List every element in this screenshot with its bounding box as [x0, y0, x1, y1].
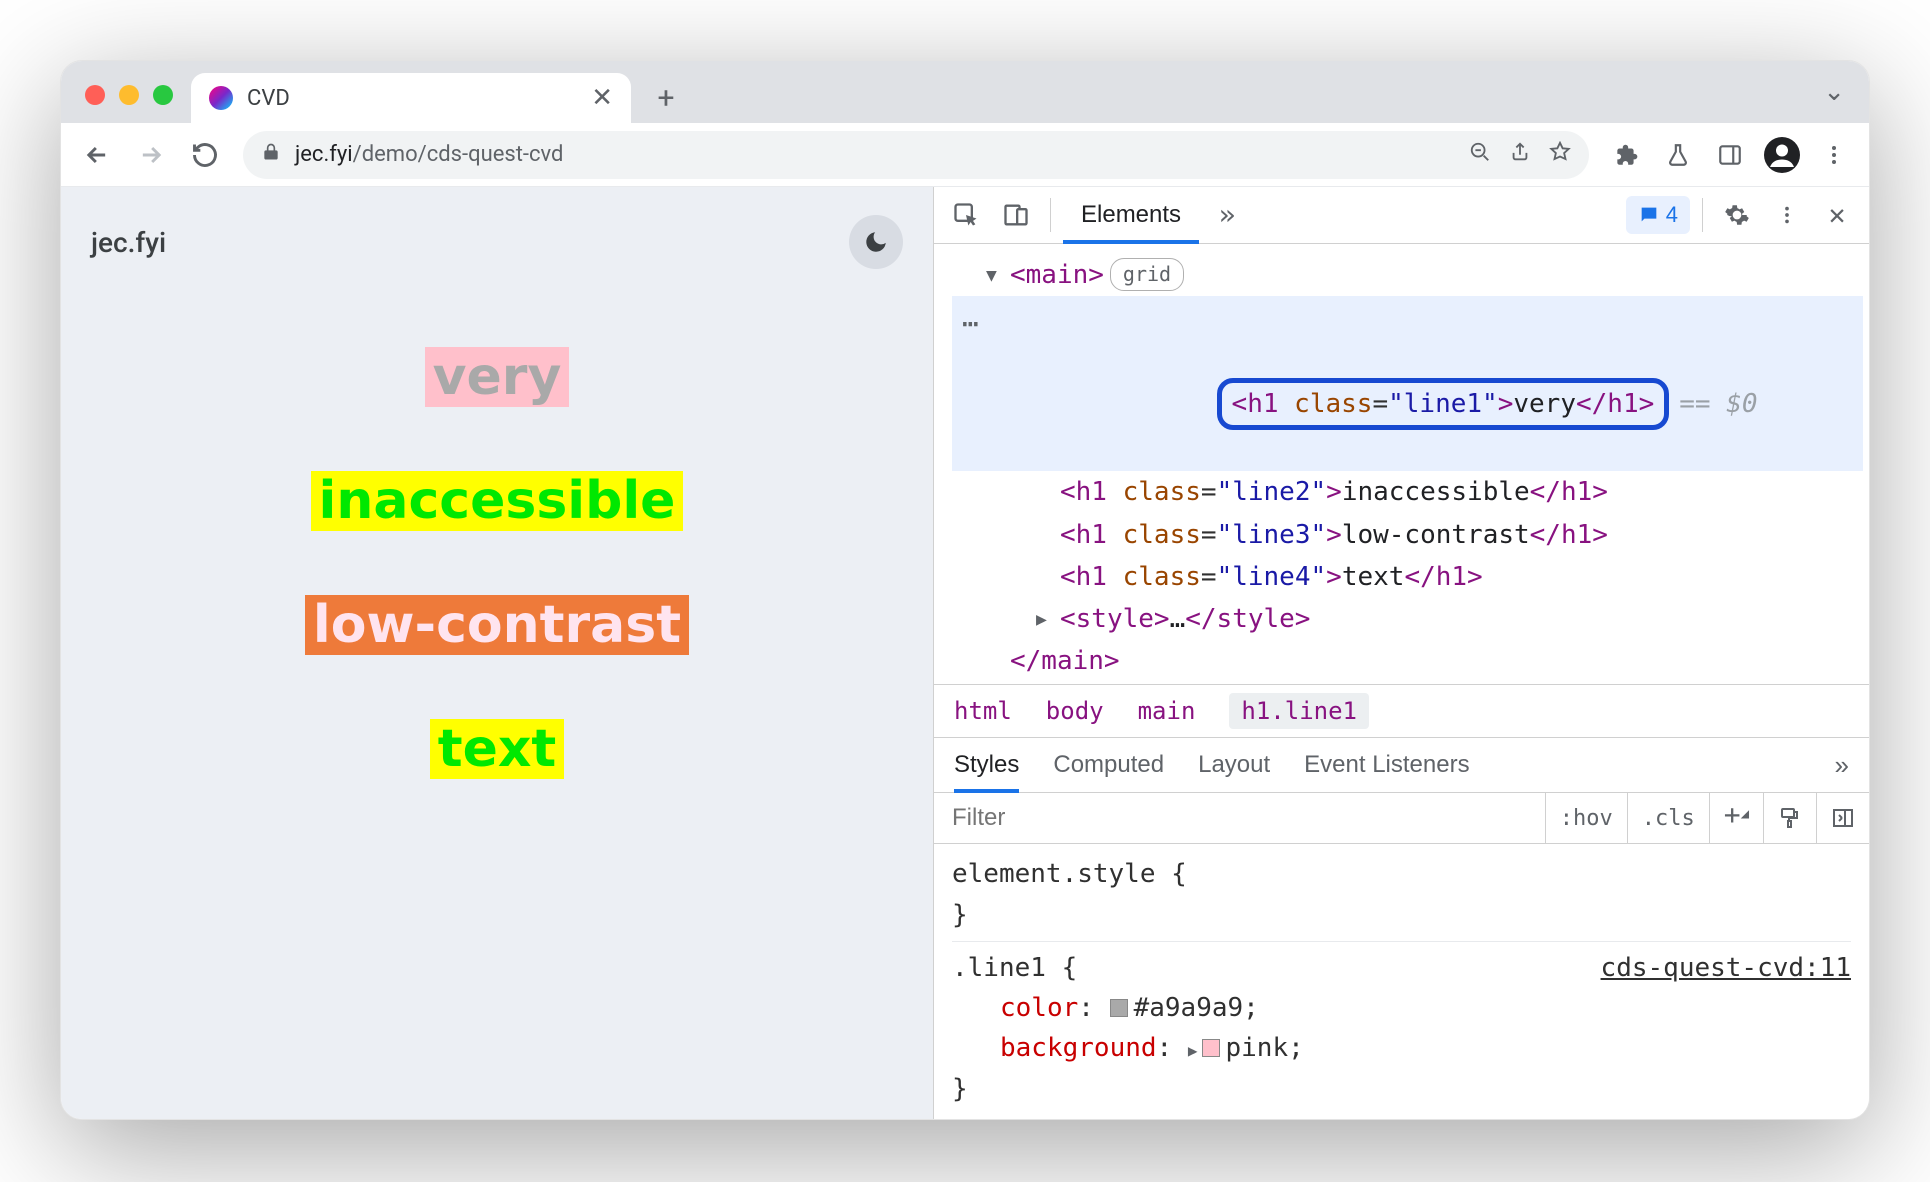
labs-icon[interactable]: [1657, 134, 1699, 176]
paint-icon[interactable]: [1763, 793, 1816, 843]
dom-actions-icon[interactable]: ⋯: [962, 302, 981, 345]
page-main: very inaccessible low-contrast text: [61, 297, 933, 1119]
new-style-rule-button[interactable]: +◢: [1709, 793, 1763, 843]
lock-icon[interactable]: [261, 142, 281, 168]
subtab-event-listeners[interactable]: Event Listeners: [1304, 738, 1469, 792]
content-area: jec.fyi very inaccessible low-contrast t…: [61, 187, 1869, 1119]
subtabs-overflow[interactable]: »: [1835, 750, 1849, 781]
bookmark-star-icon[interactable]: [1549, 141, 1571, 169]
cls-toggle[interactable]: .cls: [1627, 793, 1709, 843]
close-window-button[interactable]: [85, 85, 105, 105]
page-header: jec.fyi: [61, 187, 933, 297]
crumb-body[interactable]: body: [1046, 697, 1104, 725]
site-name: jec.fyi: [91, 226, 166, 259]
styles-filter-input[interactable]: [934, 804, 1545, 832]
css-rule-line1: cds-quest-cvd:11 .line1 { color: #a9a9a9…: [952, 941, 1851, 1109]
element-style-rule: element.style { }: [952, 854, 1851, 935]
subtab-computed[interactable]: Computed: [1053, 738, 1164, 792]
heading-line2: inaccessible: [311, 471, 684, 531]
bg-swatch[interactable]: [1202, 1039, 1220, 1057]
devtools-close-button[interactable]: ✕: [1815, 193, 1859, 237]
heading-line4: text: [430, 719, 565, 779]
dom-tree[interactable]: ▼<main>grid ⋯ <h1 class="line1">very</h1…: [934, 244, 1869, 684]
rule-source-link[interactable]: cds-quest-cvd:11: [1601, 948, 1851, 988]
styles-pane[interactable]: element.style { } cds-quest-cvd:11 .line…: [934, 844, 1869, 1119]
dom-breadcrumbs: html body main h1.line1: [934, 684, 1869, 739]
browser-window: CVD ✕ + ⌄ jec.fyi/demo/cds-quest-cvd: [60, 60, 1870, 1120]
url-text: jec.fyi/demo/cds-quest-cvd: [295, 142, 563, 167]
heading-line1: very: [425, 347, 570, 407]
crumb-html[interactable]: html: [954, 697, 1012, 725]
dom-node-style[interactable]: ▶<style>…</style>: [952, 598, 1863, 640]
tab-strip: CVD ✕ + ⌄: [61, 61, 1869, 123]
devtools-tabs: Elements » 4 ✕: [934, 187, 1869, 244]
crumb-h1-line1[interactable]: h1.line1: [1229, 693, 1369, 729]
devtools-menu-button[interactable]: [1765, 193, 1809, 237]
back-button[interactable]: [75, 133, 119, 177]
dom-node-main-close[interactable]: </main>: [952, 640, 1863, 682]
browser-tab[interactable]: CVD ✕: [191, 73, 631, 123]
tabs-overflow-button[interactable]: ⌄: [1823, 77, 1845, 107]
browser-toolbar: jec.fyi/demo/cds-quest-cvd: [61, 123, 1869, 187]
devtools-panel: Elements » 4 ✕ ▼<main>grid: [933, 187, 1869, 1119]
reload-button[interactable]: [183, 133, 227, 177]
tab-title: CVD: [247, 86, 290, 111]
dom-node-h1-line1[interactable]: ⋯ <h1 class="line1">very</h1>== $0: [952, 296, 1863, 471]
computed-sidebar-toggle[interactable]: [1816, 793, 1869, 843]
profile-avatar[interactable]: [1761, 134, 1803, 176]
share-icon[interactable]: [1509, 141, 1531, 169]
dom-node-main[interactable]: ▼<main>grid: [952, 254, 1863, 296]
inspect-element-button[interactable]: [944, 193, 988, 237]
window-controls: [85, 85, 173, 105]
styles-filter-bar: :hov .cls +◢: [934, 793, 1869, 844]
expand-shorthand-icon[interactable]: ▶: [1188, 1039, 1198, 1064]
new-tab-button[interactable]: +: [645, 77, 687, 119]
minimize-window-button[interactable]: [119, 85, 139, 105]
forward-button[interactable]: [129, 133, 173, 177]
device-toolbar-button[interactable]: [994, 193, 1038, 237]
dom-node-h1-line2[interactable]: <h1 class="line2">inaccessible</h1>: [952, 471, 1863, 513]
zoom-icon[interactable]: [1469, 141, 1491, 169]
devtools-tab-elements[interactable]: Elements: [1063, 187, 1199, 243]
theme-toggle-button[interactable]: [849, 215, 903, 269]
devtools-more-tabs[interactable]: »: [1205, 193, 1249, 237]
sidepanel-icon[interactable]: [1709, 134, 1751, 176]
issues-button[interactable]: 4: [1626, 196, 1690, 234]
address-bar[interactable]: jec.fyi/demo/cds-quest-cvd: [243, 131, 1589, 179]
grid-badge[interactable]: grid: [1110, 258, 1184, 291]
subtab-layout[interactable]: Layout: [1198, 738, 1270, 792]
rendered-page: jec.fyi very inaccessible low-contrast t…: [61, 187, 933, 1119]
browser-menu-button[interactable]: [1813, 134, 1855, 176]
dom-node-h1-line3[interactable]: <h1 class="line3">low-contrast</h1>: [952, 514, 1863, 556]
hov-toggle[interactable]: :hov: [1545, 793, 1627, 843]
subtab-styles[interactable]: Styles: [954, 738, 1019, 792]
styles-subtabs: Styles Computed Layout Event Listeners »: [934, 738, 1869, 793]
crumb-main[interactable]: main: [1138, 697, 1196, 725]
dom-node-h1-line4[interactable]: <h1 class="line4">text</h1>: [952, 556, 1863, 598]
color-swatch[interactable]: [1110, 999, 1128, 1017]
issues-count: 4: [1666, 202, 1678, 228]
extensions-icon[interactable]: [1605, 134, 1647, 176]
selected-ref: == $0: [1679, 389, 1757, 419]
heading-line3: low-contrast: [305, 595, 689, 655]
favicon-icon: [209, 86, 233, 110]
close-tab-button[interactable]: ✕: [591, 83, 613, 113]
devtools-settings-button[interactable]: [1715, 193, 1759, 237]
fullscreen-window-button[interactable]: [153, 85, 173, 105]
